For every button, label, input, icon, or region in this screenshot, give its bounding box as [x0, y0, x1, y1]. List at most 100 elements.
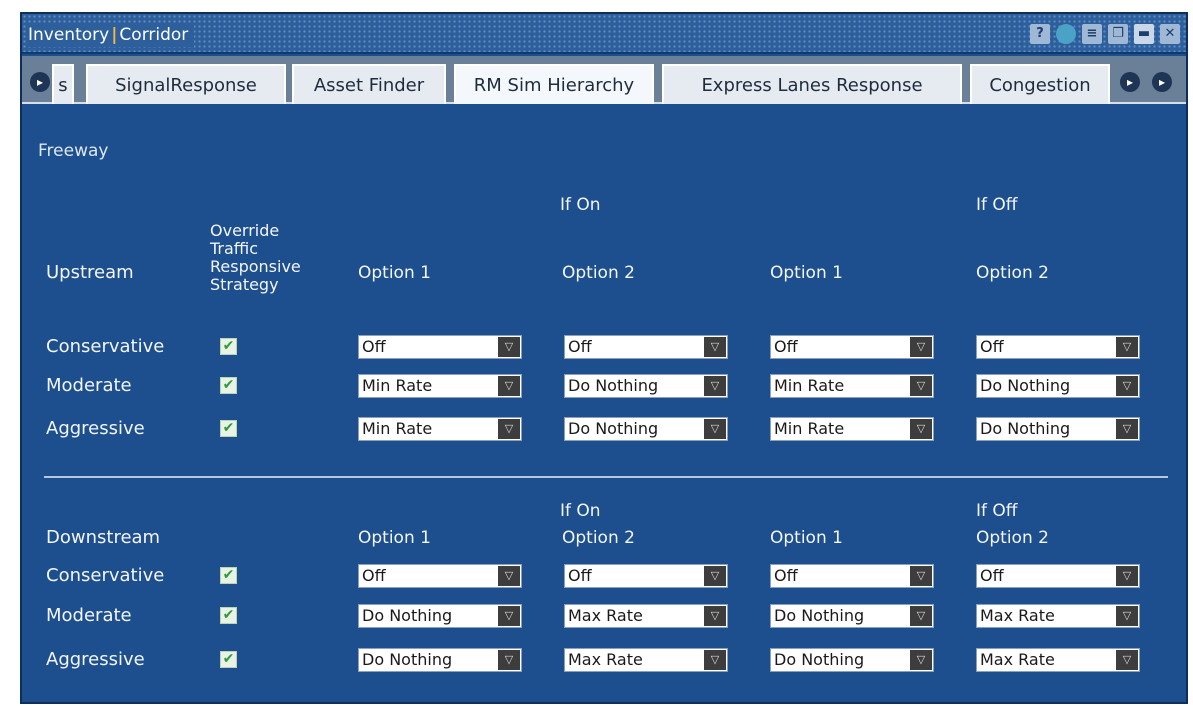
tab-partial[interactable]: s — [52, 64, 74, 104]
downstream-row-label-conservative: Conservative — [46, 565, 165, 586]
upstream-row-label-moderate: Moderate — [46, 375, 132, 396]
downstream-moderate-on-option-2-select[interactable]: Max Rate ▽ — [564, 604, 728, 628]
select-value: Max Rate — [568, 606, 643, 625]
select-value: Min Rate — [362, 419, 433, 438]
tab-scroll-left-icon[interactable]: ▸ — [30, 72, 50, 92]
upstream-aggressive-off-option-1-select[interactable]: Min Rate ▽ — [770, 417, 934, 441]
title-bar[interactable]: Inventory | Corridor ? ≡ ❐ ▬ ✕ — [22, 14, 1186, 54]
downstream-conservative-on-option-1-select[interactable]: Off ▽ — [358, 564, 522, 588]
dropdown-arrow-icon[interactable]: ▽ — [498, 650, 520, 670]
dropdown-arrow-icon[interactable]: ▽ — [704, 650, 726, 670]
downstream-row-label-moderate: Moderate — [46, 605, 132, 626]
upstream-moderate-off-option-1-select[interactable]: Min Rate ▽ — [770, 374, 934, 398]
downstream-conservative-off-option-2-select[interactable]: Off ▽ — [976, 564, 1140, 588]
select-value: Do Nothing — [362, 650, 453, 669]
upstream-conservative-on-option-2-select[interactable]: Off ▽ — [564, 335, 728, 359]
upstream-header-option-1: Option 1 — [358, 263, 431, 283]
tab-signal-response[interactable]: SignalResponse — [86, 64, 286, 104]
dropdown-arrow-icon[interactable]: ▽ — [498, 419, 520, 439]
upstream-row-label-aggressive: Aggressive — [46, 418, 145, 439]
dropdown-arrow-icon[interactable]: ▽ — [704, 376, 726, 396]
close-icon[interactable]: ✕ — [1160, 24, 1180, 44]
upstream-row-label-conservative: Conservative — [46, 336, 165, 357]
tab-menu-icon[interactable]: ▸ — [1152, 72, 1172, 92]
copy-icon[interactable]: ❐ — [1108, 24, 1128, 44]
upstream-header-option-2-off: Option 2 — [976, 263, 1049, 283]
dropdown-arrow-icon[interactable]: ▽ — [704, 606, 726, 626]
dropdown-arrow-icon[interactable]: ▽ — [1116, 337, 1138, 357]
downstream-header-option-1-off: Option 1 — [770, 528, 843, 548]
dropdown-arrow-icon[interactable]: ▽ — [910, 337, 932, 357]
dropdown-arrow-icon[interactable]: ▽ — [910, 650, 932, 670]
downstream-conservative-override-checkbox[interactable]: ✔ — [220, 567, 237, 584]
upstream-moderate-on-option-1-select[interactable]: Min Rate ▽ — [358, 374, 522, 398]
upstream-conservative-off-option-2-select[interactable]: Off ▽ — [976, 335, 1140, 359]
title-corridor: Corridor — [119, 25, 189, 45]
upstream-aggressive-on-option-2-select[interactable]: Do Nothing ▽ — [564, 417, 728, 441]
dropdown-arrow-icon[interactable]: ▽ — [498, 337, 520, 357]
select-value: Do Nothing — [980, 419, 1071, 438]
dropdown-arrow-icon[interactable]: ▽ — [498, 376, 520, 396]
dropdown-arrow-icon[interactable]: ▽ — [498, 606, 520, 626]
dropdown-arrow-icon[interactable]: ▽ — [704, 566, 726, 586]
upstream-aggressive-override-checkbox[interactable]: ✔ — [220, 420, 237, 437]
select-value: Off — [568, 337, 592, 356]
dropdown-arrow-icon[interactable]: ▽ — [1116, 419, 1138, 439]
print-icon[interactable]: ≡ — [1082, 24, 1102, 44]
tab-rm-sim-hierarchy[interactable]: RM Sim Hierarchy — [454, 64, 654, 104]
downstream-moderate-off-option-1-select[interactable]: Do Nothing ▽ — [770, 604, 934, 628]
dropdown-arrow-icon[interactable]: ▽ — [910, 606, 932, 626]
select-value: Min Rate — [362, 376, 433, 395]
upstream-if-on-label: If On — [560, 195, 601, 215]
dropdown-arrow-icon[interactable]: ▽ — [1116, 566, 1138, 586]
downstream-moderate-override-checkbox[interactable]: ✔ — [220, 607, 237, 624]
downstream-moderate-on-option-1-select[interactable]: Do Nothing ▽ — [358, 604, 522, 628]
select-value: Off — [980, 337, 1004, 356]
dropdown-arrow-icon[interactable]: ▽ — [1116, 606, 1138, 626]
tab-scroll-right-icon[interactable]: ▸ — [1120, 72, 1140, 92]
upstream-moderate-override-checkbox[interactable]: ✔ — [220, 377, 237, 394]
downstream-aggressive-on-option-2-select[interactable]: Max Rate ▽ — [564, 648, 728, 672]
minimize-icon[interactable]: ▬ — [1134, 24, 1154, 44]
upstream-conservative-on-option-1-select[interactable]: Off ▽ — [358, 335, 522, 359]
downstream-aggressive-on-option-1-select[interactable]: Do Nothing ▽ — [358, 648, 522, 672]
select-value: Do Nothing — [362, 606, 453, 625]
downstream-aggressive-override-checkbox[interactable]: ✔ — [220, 651, 237, 668]
dropdown-arrow-icon[interactable]: ▽ — [910, 566, 932, 586]
downstream-aggressive-off-option-2-select[interactable]: Max Rate ▽ — [976, 648, 1140, 672]
downstream-conservative-on-option-2-select[interactable]: Off ▽ — [564, 564, 728, 588]
title-separator: | — [111, 25, 118, 45]
dropdown-arrow-icon[interactable]: ▽ — [704, 419, 726, 439]
downstream-aggressive-off-option-1-select[interactable]: Do Nothing ▽ — [770, 648, 934, 672]
dropdown-arrow-icon[interactable]: ▽ — [1116, 650, 1138, 670]
upstream-moderate-on-option-2-select[interactable]: Do Nothing ▽ — [564, 374, 728, 398]
dropdown-arrow-icon[interactable]: ▽ — [910, 376, 932, 396]
window-title: Inventory | Corridor — [28, 23, 195, 47]
help-icon[interactable]: ? — [1030, 24, 1050, 44]
upstream-header-option-2: Option 2 — [562, 263, 635, 283]
tab-asset-finder[interactable]: Asset Finder — [292, 64, 446, 104]
select-value: Do Nothing — [774, 606, 865, 625]
dropdown-arrow-icon[interactable]: ▽ — [910, 419, 932, 439]
window-controls: ? ≡ ❐ ▬ ✕ — [1030, 24, 1180, 44]
globe-icon[interactable] — [1056, 24, 1076, 44]
upstream-conservative-off-option-1-select[interactable]: Off ▽ — [770, 335, 934, 359]
tab-congestion[interactable]: Congestion — [970, 64, 1110, 104]
upstream-moderate-off-option-2-select[interactable]: Do Nothing ▽ — [976, 374, 1140, 398]
select-value: Off — [362, 566, 386, 585]
dropdown-arrow-icon[interactable]: ▽ — [704, 337, 726, 357]
upstream-aggressive-off-option-2-select[interactable]: Do Nothing ▽ — [976, 417, 1140, 441]
downstream-header-option-1: Option 1 — [358, 528, 431, 548]
upstream-conservative-override-checkbox[interactable]: ✔ — [220, 338, 237, 355]
downstream-moderate-off-option-2-select[interactable]: Max Rate ▽ — [976, 604, 1140, 628]
downstream-conservative-off-option-1-select[interactable]: Off ▽ — [770, 564, 934, 588]
dropdown-arrow-icon[interactable]: ▽ — [498, 566, 520, 586]
inventory-corridor-window: Inventory | Corridor ? ≡ ❐ ▬ ✕ ▸ s SignalR… — [20, 12, 1188, 704]
downstream-if-off-label: If Off — [976, 501, 1018, 521]
tab-express-lanes-response[interactable]: Express Lanes Response — [662, 64, 962, 104]
downstream-header-option-2: Option 2 — [562, 528, 635, 548]
select-value: Max Rate — [980, 650, 1055, 669]
dropdown-arrow-icon[interactable]: ▽ — [1116, 376, 1138, 396]
upstream-aggressive-on-option-1-select[interactable]: Min Rate ▽ — [358, 417, 522, 441]
upstream-if-off-label: If Off — [976, 195, 1018, 215]
